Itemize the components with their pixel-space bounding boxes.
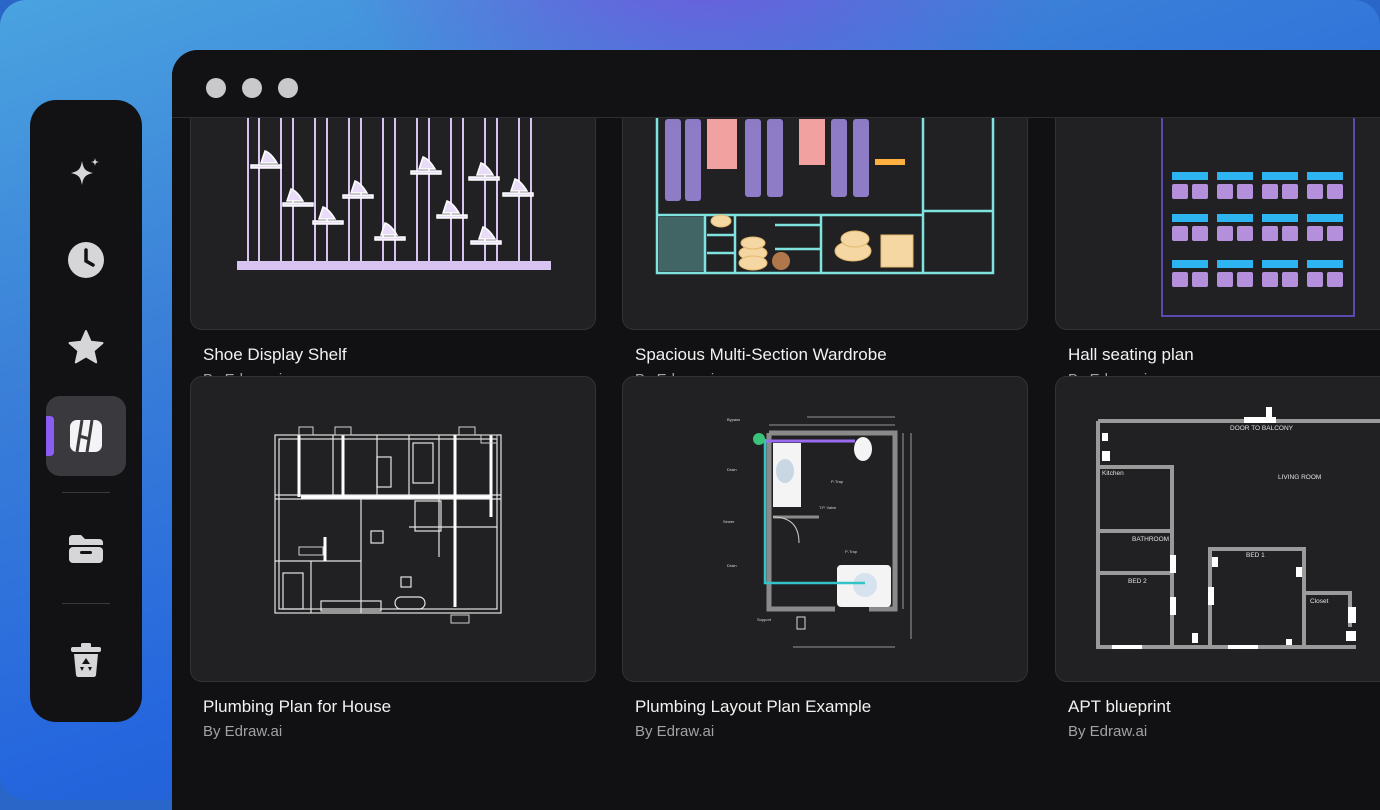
svg-text:P-Trap: P-Trap xyxy=(831,479,844,484)
template-thumbnail xyxy=(1055,118,1380,330)
svg-text:Support: Support xyxy=(757,617,772,622)
blueprint-label: LIVING ROOM xyxy=(1278,474,1321,481)
template-title: Plumbing Plan for House xyxy=(203,697,392,716)
hall-seating-drawing xyxy=(1161,118,1355,317)
title-bar xyxy=(172,50,1380,118)
star-icon xyxy=(68,330,104,364)
template-thumbnail xyxy=(190,376,596,682)
blueprint-label: BED 2 xyxy=(1128,578,1147,585)
folder-icon xyxy=(69,535,103,563)
favorites-nav-button[interactable] xyxy=(46,308,126,388)
template-title: Spacious Multi-Section Wardrobe xyxy=(635,345,887,364)
window-minimize-button[interactable] xyxy=(242,78,262,98)
clock-icon xyxy=(68,242,104,278)
sidebar xyxy=(30,100,142,722)
files-nav-button[interactable] xyxy=(46,508,126,588)
templates-icon xyxy=(70,419,102,453)
sparkle-icon xyxy=(71,158,99,185)
svg-text:T.P. Valve: T.P. Valve xyxy=(819,505,837,510)
blueprint-label: BED 1 xyxy=(1246,552,1265,559)
svg-text:Bypass: Bypass xyxy=(727,417,740,422)
template-card[interactable]: Bypass Drain Sewer Drain P-Trap T.P. Valve … xyxy=(622,376,1028,756)
template-card[interactable]: Shoe Display Shelf By Edraw.ai xyxy=(190,118,596,388)
templates-nav-button[interactable] xyxy=(46,396,126,476)
template-thumbnail: Bypass Drain Sewer Drain P-Trap T.P. Valve … xyxy=(622,376,1028,682)
template-card[interactable]: Plumbing Plan for House By Edraw.ai xyxy=(190,376,596,756)
window-maximize-button[interactable] xyxy=(278,78,298,98)
blueprint-label: BATHROOM xyxy=(1132,536,1169,543)
blueprint-label: DOOR TO BALCONY xyxy=(1230,425,1294,432)
svg-text:Drain: Drain xyxy=(727,563,737,568)
house-plumbing-drawing xyxy=(274,426,502,624)
recycle-bin-icon xyxy=(71,643,101,677)
template-thumbnail: DOOR TO BALCONY LIVING ROOM Kitchen BATH… xyxy=(1055,376,1380,682)
template-thumbnail xyxy=(622,118,1028,330)
seat-rows xyxy=(1172,172,1343,287)
blueprint-label: Kitchen xyxy=(1102,470,1124,477)
template-thumbnail xyxy=(190,118,596,330)
sidebar-divider xyxy=(62,603,110,604)
template-author: By Edraw.ai xyxy=(203,723,283,740)
active-indicator xyxy=(46,416,54,456)
blueprint-label: Closet xyxy=(1310,598,1329,605)
window-close-button[interactable] xyxy=(206,78,226,98)
ai-nav-button[interactable] xyxy=(46,134,126,214)
template-card[interactable]: Spacious Multi-Section Wardrobe By Edraw… xyxy=(622,118,1028,388)
recycle-bin-nav-button[interactable] xyxy=(46,620,126,700)
template-title: Plumbing Layout Plan Example xyxy=(635,697,872,716)
wardrobe-drawing xyxy=(655,118,995,275)
template-card[interactable]: DOOR TO BALCONY LIVING ROOM Kitchen BATH… xyxy=(1055,376,1380,756)
shoe-shelf-drawing xyxy=(237,118,551,270)
template-title: APT blueprint xyxy=(1068,697,1171,716)
recent-nav-button[interactable] xyxy=(46,220,126,300)
template-title: Hall seating plan xyxy=(1068,345,1194,364)
svg-text:Drain: Drain xyxy=(727,467,737,472)
svg-text:Sewer: Sewer xyxy=(723,519,735,524)
plumbing-layout-drawing: BypassDrain SewerDrain P-TrapT.P. Valve … xyxy=(723,416,912,648)
template-author: By Edraw.ai xyxy=(635,723,715,740)
apt-blueprint-drawing: DOOR TO BALCONY LIVING ROOM Kitchen BATH… xyxy=(1096,407,1380,649)
app-window: Shoe Display Shelf By Edraw.ai xyxy=(172,50,1380,810)
svg-text:P-Trap: P-Trap xyxy=(845,549,858,554)
template-title: Shoe Display Shelf xyxy=(203,345,347,364)
template-card[interactable]: Hall seating plan By Edraw.ai xyxy=(1055,118,1380,388)
template-author: By Edraw.ai xyxy=(1068,723,1148,740)
sidebar-divider xyxy=(62,492,110,493)
template-gallery: Shoe Display Shelf By Edraw.ai xyxy=(172,118,1380,810)
